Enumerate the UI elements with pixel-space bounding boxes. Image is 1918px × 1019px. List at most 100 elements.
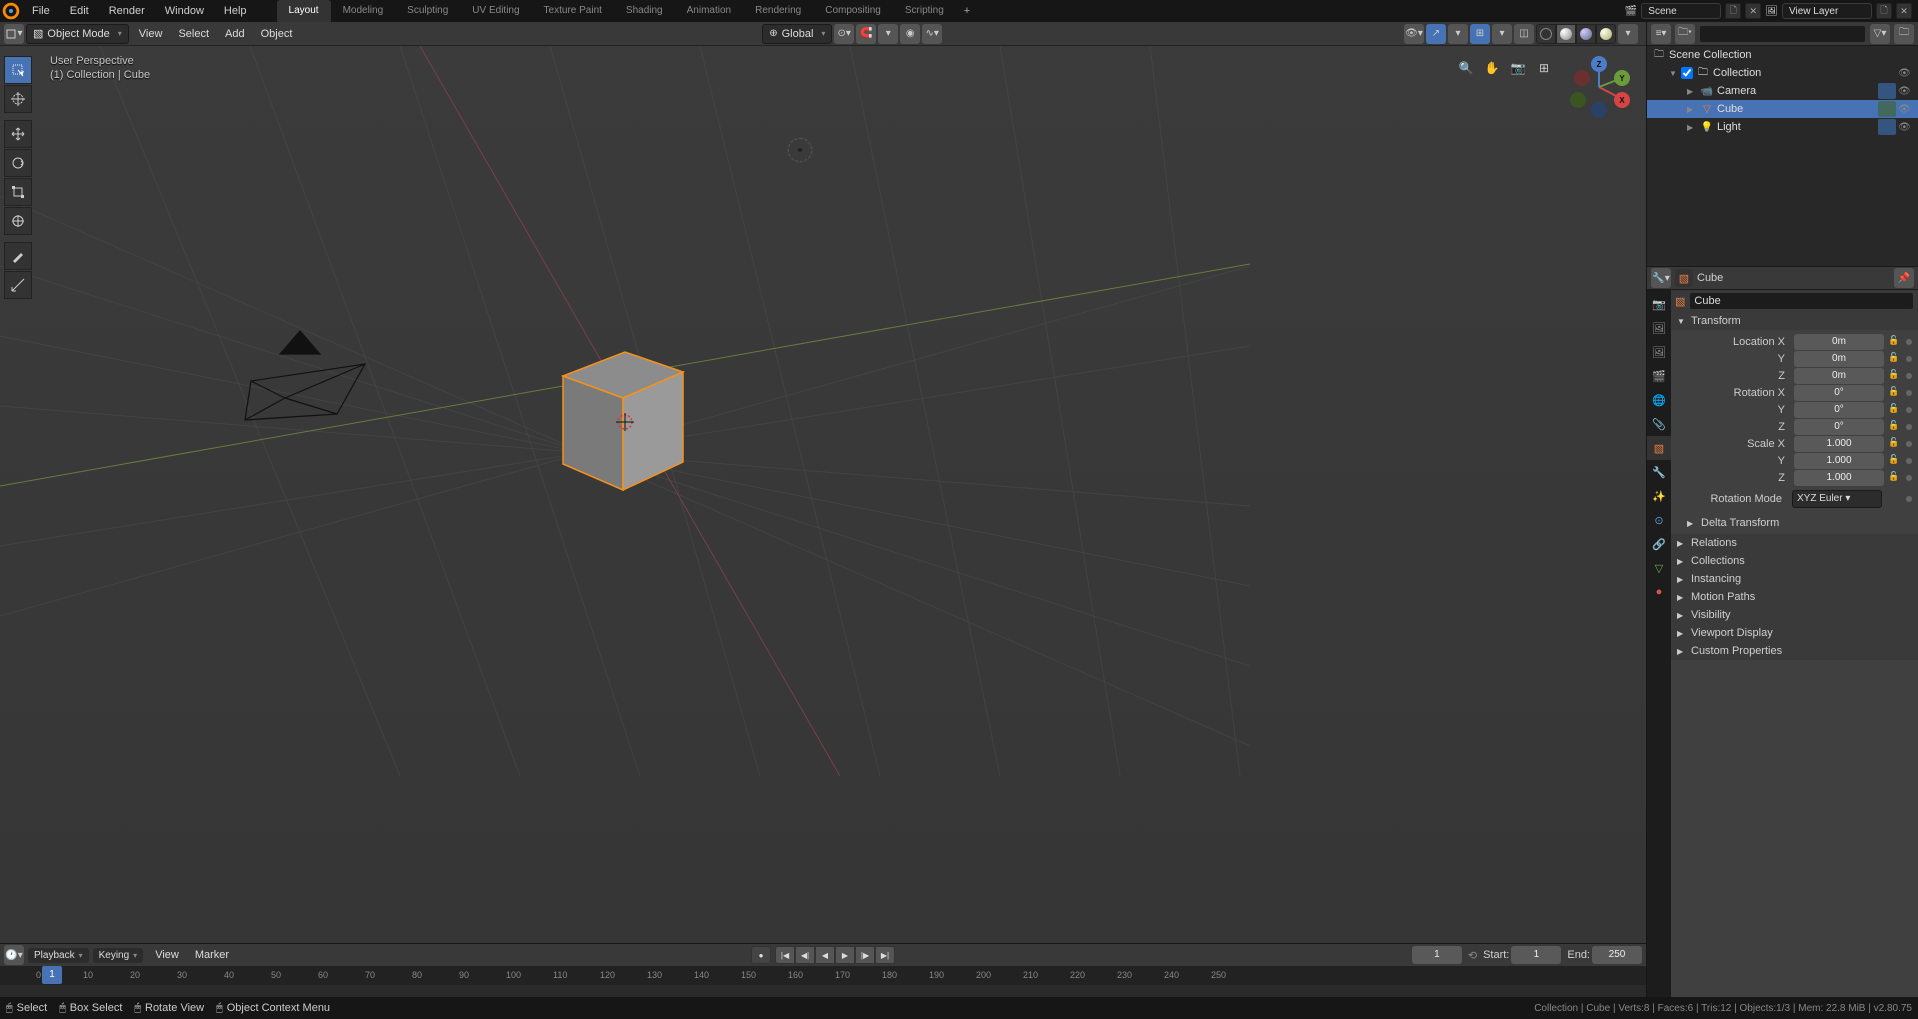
cursor-tool[interactable] [4, 85, 32, 113]
gizmo-toggle[interactable]: ↗ [1426, 24, 1446, 44]
collections-header[interactable]: ▶Collections [1671, 552, 1918, 570]
transform-panel-header[interactable]: ▼Transform [1671, 312, 1918, 330]
viewport-menu-object[interactable]: Object [253, 28, 301, 40]
scene-name-input[interactable] [1641, 3, 1721, 19]
scale-y-field[interactable]: 1.000 [1794, 453, 1884, 469]
rotation-x-field[interactable]: 0° [1794, 385, 1884, 401]
visibility-button[interactable]: 👁▾ [1404, 24, 1424, 44]
jump-start-button[interactable]: |◀ [775, 946, 795, 964]
outliner-search[interactable] [1699, 25, 1866, 43]
location-x-field[interactable]: 0m [1794, 334, 1884, 350]
visibility-icon[interactable]: 👁 [1898, 122, 1914, 133]
camera-view-button[interactable]: 📷 [1506, 56, 1530, 80]
snap-opts[interactable]: ▾ [878, 24, 898, 44]
navigation-gizmo[interactable]: X Y Z [1568, 56, 1630, 118]
mesh-tab[interactable]: ▽ [1647, 556, 1671, 580]
scale-x-field[interactable]: 1.000 [1794, 436, 1884, 452]
new-scene-button[interactable]: 🗋 [1725, 3, 1741, 19]
lock-icon[interactable]: 🔓 [1887, 403, 1901, 417]
delete-scene-button[interactable]: ✕ [1745, 3, 1761, 19]
output-tab[interactable]: 🖼 [1647, 316, 1671, 340]
animate-dot[interactable] [1906, 390, 1912, 396]
viewlayer-tab[interactable]: 🖼 [1647, 340, 1671, 364]
animate-dot[interactable] [1906, 356, 1912, 362]
timeline-scrollbar[interactable] [0, 985, 1646, 997]
viewport-menu-select[interactable]: Select [170, 28, 217, 40]
light-object[interactable] [788, 138, 812, 162]
animate-dot[interactable] [1906, 407, 1912, 413]
object-constraints-tab[interactable]: 📎 [1647, 412, 1671, 436]
viewport-3d[interactable]: User Perspective (1) Collection | Cube 🔍… [0, 46, 1646, 943]
animate-dot[interactable] [1906, 373, 1912, 379]
pan-button[interactable]: ✋ [1480, 56, 1504, 80]
editor-type-button[interactable]: ▾ [4, 24, 24, 44]
render-tab[interactable]: 📷 [1647, 292, 1671, 316]
move-tool[interactable] [4, 120, 32, 148]
wireframe-shading[interactable] [1536, 24, 1556, 44]
constraints-tab[interactable]: 🔗 [1647, 532, 1671, 556]
lock-icon[interactable]: 🔓 [1887, 352, 1901, 366]
workspace-tab-layout[interactable]: Layout [277, 0, 331, 22]
tree-item-light[interactable]: ▶💡Light👁 [1647, 118, 1918, 136]
add-workspace-button[interactable]: + [956, 5, 978, 17]
measure-tool[interactable] [4, 271, 32, 299]
perspective-toggle[interactable]: ⊞ [1532, 56, 1556, 80]
rotate-tool[interactable] [4, 149, 32, 177]
overlay-opts[interactable]: ▾ [1492, 24, 1512, 44]
proportional-opts[interactable]: ∿▾ [922, 24, 942, 44]
playhead[interactable]: 1 [42, 966, 62, 984]
start-frame-field[interactable]: 1 [1511, 946, 1561, 964]
scale-tool[interactable] [4, 178, 32, 206]
motion-paths-header[interactable]: ▶Motion Paths [1671, 588, 1918, 606]
viewport-display-header[interactable]: ▶Viewport Display [1671, 624, 1918, 642]
jump-end-button[interactable]: ▶| [875, 946, 895, 964]
current-frame-field[interactable]: 1 [1412, 946, 1462, 964]
collection-enable-checkbox[interactable] [1681, 67, 1693, 79]
orientation-select[interactable]: ⊕Global [762, 24, 832, 44]
lock-icon[interactable]: 🔓 [1887, 437, 1901, 451]
workspace-tab-rendering[interactable]: Rendering [743, 0, 813, 22]
lock-icon[interactable]: 🔓 [1887, 454, 1901, 468]
xray-toggle[interactable]: ◫ [1514, 24, 1534, 44]
menu-file[interactable]: File [22, 0, 60, 22]
prev-key-button[interactable]: ◀| [795, 946, 815, 964]
properties-editor-button[interactable]: 🔧▾ [1651, 268, 1671, 288]
workspace-tab-uv-editing[interactable]: UV Editing [460, 0, 531, 22]
lock-icon[interactable]: 🔓 [1887, 420, 1901, 434]
scene-tab[interactable]: 🎬 [1647, 364, 1671, 388]
animate-dot[interactable] [1906, 339, 1912, 345]
zoom-button[interactable]: 🔍 [1454, 56, 1478, 80]
modifiers-tab[interactable]: 🔧 [1647, 460, 1671, 484]
tree-item-camera[interactable]: ▶📹Camera👁 [1647, 82, 1918, 100]
shading-opts[interactable]: ▾ [1618, 24, 1638, 44]
outliner-tree[interactable]: 🗀 Scene Collection ▼ 🗀 Collection 👁 ▶📹Ca… [1647, 46, 1918, 266]
workspace-tab-compositing[interactable]: Compositing [813, 0, 893, 22]
custom-properties-header[interactable]: ▶Custom Properties [1671, 642, 1918, 660]
select-box-tool[interactable] [4, 56, 32, 84]
viewport-menu-view[interactable]: View [131, 28, 171, 40]
outliner-filter[interactable]: ▽▾ [1870, 24, 1890, 44]
workspace-tab-animation[interactable]: Animation [675, 0, 743, 22]
pin-button[interactable]: 📌 [1894, 268, 1914, 288]
lock-icon[interactable]: 🔓 [1887, 386, 1901, 400]
visibility-icon[interactable]: 👁 [1898, 86, 1914, 97]
tree-collection[interactable]: ▼ 🗀 Collection 👁 [1647, 64, 1918, 82]
menu-render[interactable]: Render [99, 0, 155, 22]
snap-toggle[interactable]: 🧲 [856, 24, 876, 44]
lock-icon[interactable]: 🔓 [1887, 369, 1901, 383]
material-tab[interactable]: ● [1647, 580, 1671, 604]
lookdev-shading[interactable] [1576, 24, 1596, 44]
workspace-tab-scripting[interactable]: Scripting [893, 0, 956, 22]
delta-transform-header[interactable]: ▶Delta Transform [1681, 514, 1908, 532]
object-name-input[interactable] [1689, 292, 1914, 310]
playback-menu[interactable]: Playback [28, 948, 89, 963]
mode-select[interactable]: ▧ Object Mode [26, 24, 129, 44]
workspace-tab-sculpting[interactable]: Sculpting [395, 0, 460, 22]
keying-menu[interactable]: Keying [93, 948, 144, 963]
tree-scene-collection[interactable]: 🗀 Scene Collection [1647, 46, 1918, 64]
instancing-header[interactable]: ▶Instancing [1671, 570, 1918, 588]
world-tab[interactable]: 🌐 [1647, 388, 1671, 412]
visibility-icon[interactable]: 👁 [1898, 68, 1914, 79]
animate-dot[interactable] [1906, 458, 1912, 464]
timeline-menu-marker[interactable]: Marker [187, 949, 237, 961]
